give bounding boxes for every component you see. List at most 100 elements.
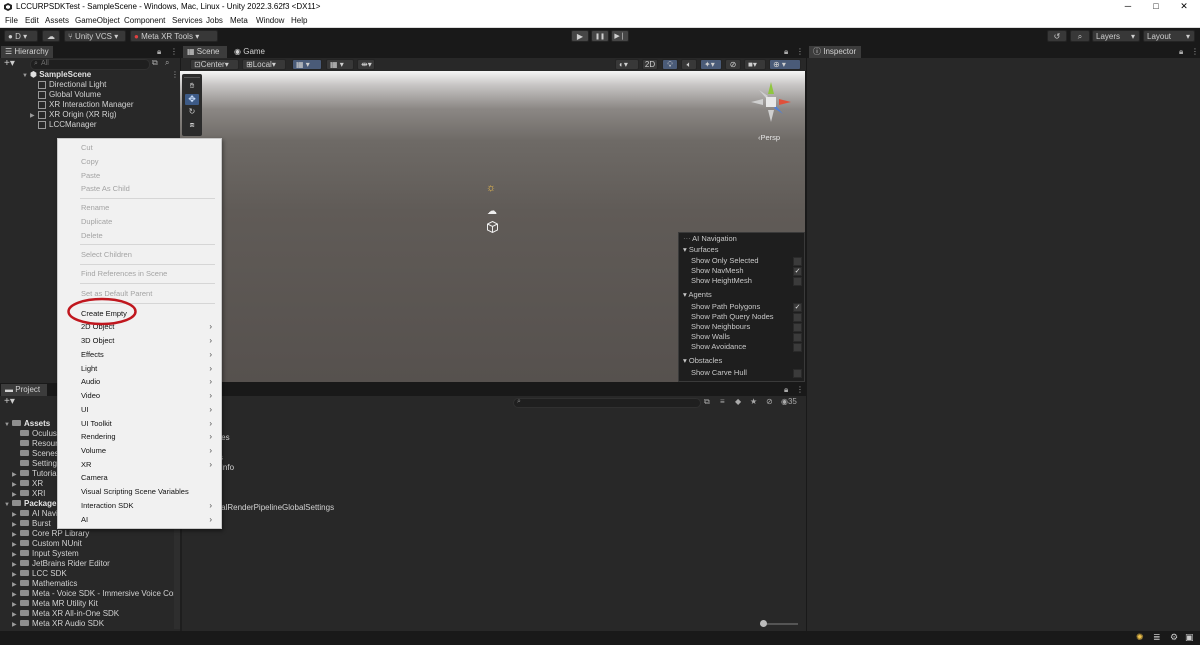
package-folder[interactable]: ▶ Mathematics [12,579,77,589]
agents-section[interactable]: ▾ Agents [683,290,712,300]
expand-arrow-icon[interactable]: ▼ [22,71,30,81]
tab-game[interactable]: ◉ Game [230,46,270,58]
light-bake-icon[interactable]: ✺ [1136,632,1144,643]
show-path-query-nodes-checkbox[interactable] [793,313,802,322]
asset-folder[interactable]: Scenes [12,449,59,459]
layout-dropdown[interactable]: Layout ▾ [1143,30,1195,42]
tab-project[interactable]: ▬ Project [1,384,47,396]
package-folder[interactable]: ▶ Input System [12,549,79,559]
show-navmesh-checkbox[interactable]: ✓ [793,267,802,276]
menu-edit[interactable]: Edit [25,16,39,25]
expand-arrow-icon[interactable]: ▼ [4,500,12,510]
menu-item-copy[interactable]: Copy [58,155,221,168]
lock-icon[interactable]: 🔒︎ [157,47,161,57]
add-icon[interactable]: +▾ [4,58,15,69]
history-icon[interactable]: ↺ [1047,30,1067,42]
grid-visibility-toggle[interactable]: ▦ ▾ [326,59,354,70]
space-dropdown[interactable]: ⊞Local▾ [242,59,286,70]
2d-toggle[interactable]: 2D [642,59,658,70]
cloud-icon[interactable]: ☁ [42,30,60,42]
package-folder[interactable]: ▶ Meta - Voice SDK - Immersive Voice Cor [12,589,176,599]
label-icon[interactable]: ◆ [735,397,741,406]
menu-item-delete[interactable]: Delete [58,229,221,242]
menu-item-ui[interactable]: UI › [58,403,221,416]
meta-xr-tools-dropdown[interactable]: ● Meta XR Tools ▾ [130,30,218,42]
menu-item-select-children[interactable]: Select Children [58,248,221,261]
show-neighbours-checkbox[interactable] [793,323,802,332]
asset-folder[interactable]: ▶ Tutorial [12,469,58,479]
volume-icon[interactable]: ☁ [487,206,497,217]
show-heightmesh-checkbox[interactable] [793,277,802,286]
menu-window[interactable]: Window [256,16,284,25]
hierarchy-item[interactable]: XR Interaction Manager [38,100,134,110]
menu-item-rendering[interactable]: Rendering › [58,430,221,443]
asset-folder[interactable]: Settings [12,459,61,469]
search-icon[interactable]: ⌕ [1070,30,1090,42]
layers-icon[interactable]: ≣ [1153,632,1161,643]
more-options-icon[interactable]: ⋮ [171,70,179,79]
drag-handle-icon[interactable]: ⋯ [683,234,691,243]
move-tool-icon[interactable]: ✥ [185,94,199,105]
menu-item-duplicate[interactable]: Duplicate [58,215,221,228]
menu-item-xr[interactable]: XR › [58,458,221,471]
hierarchy-item[interactable]: Global Volume [38,90,101,100]
menu-item-find-references[interactable]: Find References in Scene [58,267,221,280]
tab-hierarchy[interactable]: ☰ Hierarchy [1,46,53,58]
camera-dropdown[interactable]: ■▾ [744,59,766,70]
close-button[interactable]: ✕ [1170,0,1198,14]
shading-mode-dropdown[interactable]: ◐▾ [615,59,639,70]
projection-label[interactable]: ‹Persp [758,133,780,142]
package-folder[interactable]: ▶ Meta XR All-in-One SDK [12,609,119,619]
package-folder[interactable]: ▶ LCC SDK [12,569,67,579]
menu-item-camera[interactable]: Camera [58,471,221,484]
hand-tool-icon[interactable]: ✋︎ [185,81,199,92]
show-avoidance-checkbox[interactable] [793,343,802,352]
hidden-objects-icon[interactable]: ⊘ [725,59,741,70]
menu-item-audio[interactable]: Audio › [58,375,221,388]
effects-dropdown[interactable]: ✦▾ [700,59,722,70]
menu-jobs[interactable]: Jobs [206,16,223,25]
menu-file[interactable]: File [5,16,18,25]
package-folder[interactable]: ▶ JetBrains Rider Editor [12,559,110,569]
package-folder[interactable]: ▶ Burst [12,519,51,529]
pause-button[interactable]: ❚❚ [591,30,609,42]
more-options-icon[interactable]: ⋮ [796,47,804,56]
menu-assets[interactable]: Assets [45,16,69,25]
maximize-button[interactable]: □ [1142,0,1170,14]
menu-item-volume[interactable]: Volume › [58,444,221,457]
menu-item-video[interactable]: Video › [58,389,221,402]
package-folder[interactable]: ▶ AI Navig [12,509,62,519]
grid-snap-toggle[interactable]: ▦ ▾ [292,59,322,70]
more-options-icon[interactable]: ⋮ [1191,47,1199,56]
asset-folder[interactable]: Oculus [12,429,57,439]
menu-meta[interactable]: Meta [230,16,248,25]
scale-tool-icon[interactable]: ⧈ [185,120,199,131]
project-search-input[interactable]: ⌕ [513,398,701,408]
notification-icon[interactable]: ▣ [1185,632,1194,643]
search-by-type-icon[interactable]: ⧉ [704,397,710,407]
expand-arrow-icon[interactable]: ▶ [12,620,20,630]
gizmos-dropdown[interactable]: ⊕ ▾ [769,59,801,70]
add-icon[interactable]: +▾ [4,396,15,407]
assets-root[interactable]: ▼ Assets [4,419,50,429]
menu-item-rename[interactable]: Rename [58,201,221,214]
obstacles-section[interactable]: ▾ Obstacles [683,356,722,366]
pivot-dropdown[interactable]: ⊡Center▾ [190,59,239,70]
hierarchy-search-input[interactable]: ⌕ All [30,59,150,70]
gameobject-cube-icon[interactable] [487,221,498,233]
layers-dropdown[interactable]: Layers ▾ [1092,30,1140,42]
lighting-icon[interactable]: 💡︎ [662,59,678,70]
menu-services[interactable]: Services [172,16,203,25]
audio-icon[interactable]: 🔈︎ [681,59,697,70]
rotate-tool-icon[interactable]: ↻ [185,107,199,118]
debug-icon[interactable]: ⚙ [1170,632,1178,643]
play-button[interactable]: ▶ [571,30,589,42]
menu-item-ui-toolkit[interactable]: UI Toolkit › [58,417,221,430]
surfaces-section[interactable]: ▾ Surfaces [683,245,718,255]
hierarchy-item[interactable]: Directional Light [38,80,106,90]
lock-icon[interactable]: 🔒︎ [1179,47,1183,57]
tab-inspector[interactable]: ⓘ Inspector [809,46,861,58]
menu-item-visual-scripting-scene-variables[interactable]: Visual Scripting Scene Variables [58,485,221,498]
show-carve-hull-checkbox[interactable] [793,369,802,378]
asset-folder[interactable]: Resour [12,439,58,449]
